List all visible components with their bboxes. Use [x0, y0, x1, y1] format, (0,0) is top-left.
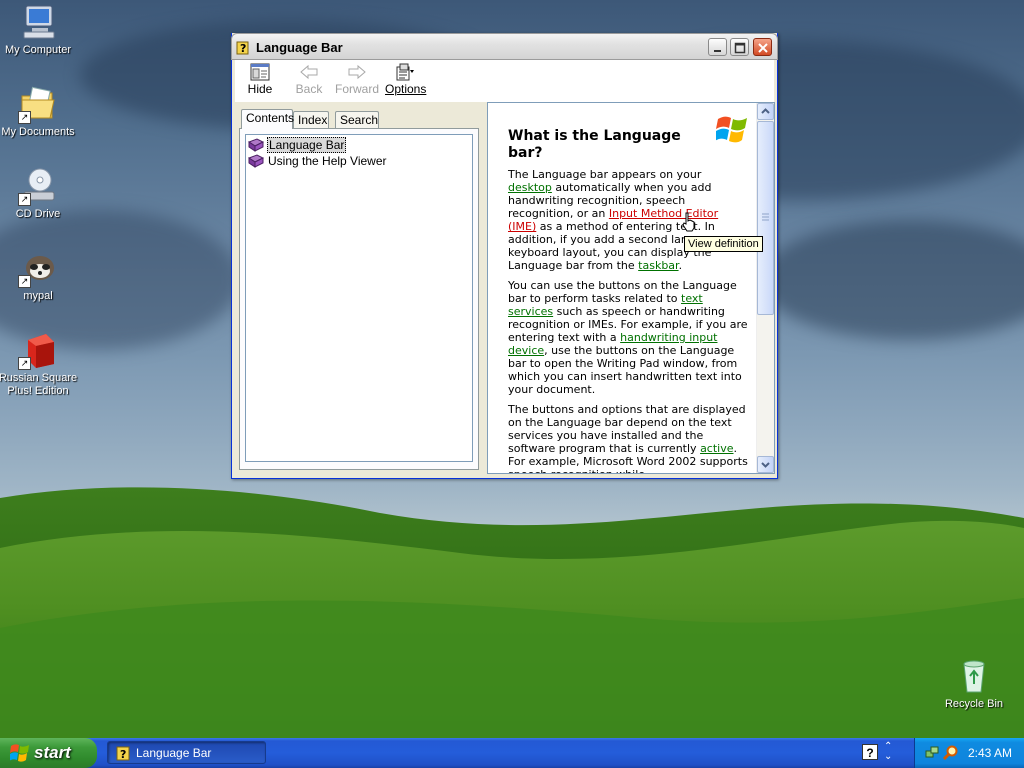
- topic-paragraph-2: You can use the buttons on the Language …: [508, 279, 748, 396]
- network-icon[interactable]: [925, 745, 939, 759]
- windows-flag-icon: [9, 744, 30, 762]
- clock[interactable]: 2:43 AM: [968, 746, 1012, 760]
- vertical-scrollbar[interactable]: [756, 103, 774, 473]
- desktop-icon-my-documents[interactable]: ↗ My Documents: [0, 84, 80, 139]
- window-titlebar[interactable]: ? Language Bar: [231, 33, 778, 60]
- cd-drive-icon: ↗: [18, 166, 58, 206]
- link-active[interactable]: active: [700, 442, 733, 455]
- desktop-icon-cd-drive[interactable]: ↗ CD Drive: [0, 166, 80, 221]
- svg-text:?: ?: [120, 748, 126, 761]
- scroll-down-button[interactable]: [757, 456, 774, 473]
- topic-pane: What is the Language bar? The Language b…: [487, 102, 775, 474]
- navigation-pane: Contents Index Search Language Bar Using…: [235, 102, 481, 474]
- shortcut-arrow-icon: ↗: [18, 193, 31, 206]
- taskbar-button-language-bar[interactable]: ? Language Bar: [107, 741, 266, 764]
- topic-paragraph-3: The buttons and options that are display…: [508, 403, 748, 473]
- green-hills: [0, 478, 1024, 738]
- chevron-down-icon[interactable]: ⌃ ⌄: [884, 742, 892, 762]
- link-taskbar[interactable]: taskbar: [638, 259, 678, 272]
- search-icon[interactable]: [942, 745, 958, 761]
- computer-icon: [18, 2, 58, 42]
- help-icon: ?: [236, 39, 252, 55]
- book-icon: [247, 138, 265, 152]
- link-desktop[interactable]: desktop: [508, 181, 552, 194]
- shortcut-arrow-icon: ↗: [18, 275, 31, 288]
- help-window: ? Language Bar Hide Back Forward Options…: [231, 33, 778, 479]
- forward-button[interactable]: Forward: [335, 63, 379, 99]
- tab-contents[interactable]: Contents: [241, 109, 294, 129]
- hide-pane-icon: [249, 63, 271, 81]
- russian-square-icon: ↗: [18, 330, 58, 370]
- back-arrow-icon: [298, 63, 320, 81]
- options-icon: [394, 63, 416, 81]
- tab-index[interactable]: Index: [293, 111, 329, 128]
- help-icon: ?: [116, 745, 132, 761]
- forward-arrow-icon: [346, 63, 368, 81]
- tooltip-view-definition: View definition: [684, 236, 763, 252]
- recycle-bin-icon: [954, 656, 994, 696]
- contents-tree: Language Bar Using the Help Viewer: [245, 134, 473, 462]
- shortcut-arrow-icon: ↗: [18, 357, 31, 370]
- hand-cursor-icon: [682, 212, 696, 235]
- minimize-button[interactable]: [708, 38, 727, 56]
- book-icon: [247, 154, 265, 168]
- shortcut-arrow-icon: ↗: [18, 111, 31, 124]
- language-bar-help-icon[interactable]: ?: [862, 744, 878, 760]
- taskbar: start ? Language Bar ? ⌃ ⌄ 2:43 AM: [0, 738, 1024, 768]
- help-toolbar: Hide Back Forward Options: [235, 60, 774, 103]
- tab-search[interactable]: Search: [335, 111, 379, 128]
- scroll-thumb[interactable]: [757, 121, 774, 315]
- topic-content: What is the Language bar? The Language b…: [508, 128, 748, 473]
- tree-item-language-bar[interactable]: Language Bar: [247, 136, 347, 153]
- window-title: Language Bar: [256, 40, 343, 55]
- desktop-icon-mypal[interactable]: ↗ mypal: [0, 248, 80, 303]
- start-button[interactable]: start: [0, 738, 97, 768]
- svg-text:?: ?: [240, 42, 246, 55]
- desktop-icon-my-computer[interactable]: My Computer: [0, 2, 80, 57]
- desktop-icon-russian-square[interactable]: ↗ Russian Square Plus! Edition: [0, 330, 80, 398]
- desktop-icon-recycle-bin[interactable]: Recycle Bin: [932, 656, 1016, 711]
- mypal-browser-icon: ↗: [18, 248, 58, 288]
- close-button[interactable]: [753, 38, 772, 56]
- topic-paragraph-1: The Language bar appears on your desktop…: [508, 168, 738, 272]
- scroll-up-button[interactable]: [757, 103, 774, 120]
- maximize-button[interactable]: [730, 38, 749, 56]
- system-tray: 2:43 AM: [914, 738, 1024, 768]
- hide-button[interactable]: Hide: [243, 63, 277, 99]
- documents-folder-icon: ↗: [18, 84, 58, 124]
- contents-panel: Language Bar Using the Help Viewer: [239, 128, 479, 470]
- back-button[interactable]: Back: [291, 63, 327, 99]
- options-button[interactable]: Options: [385, 63, 426, 99]
- topic-heading: What is the Language bar?: [508, 128, 681, 161]
- tree-item-using-help-viewer[interactable]: Using the Help Viewer: [247, 153, 388, 169]
